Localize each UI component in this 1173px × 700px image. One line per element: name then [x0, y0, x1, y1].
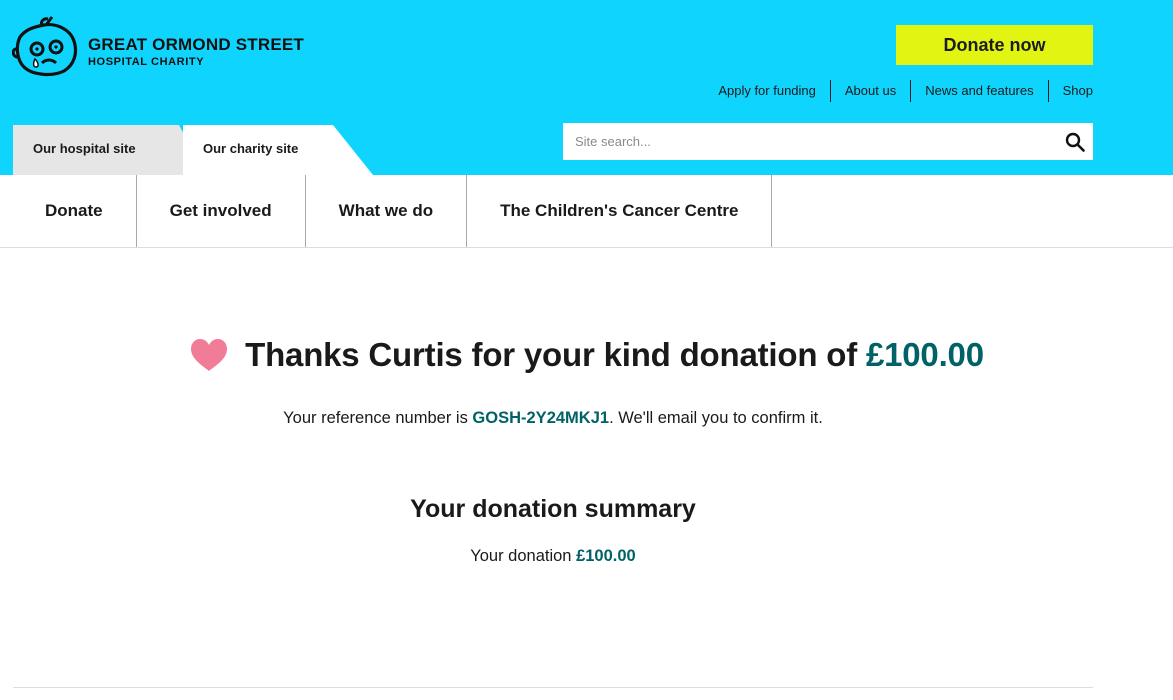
reference-message: Your reference number is GOSH-2Y24MKJ1. …: [0, 409, 1106, 428]
tab-our-hospital-site[interactable]: Our hospital site: [13, 125, 205, 175]
tab-charity-label: Our charity site: [203, 141, 299, 156]
thank-you-text: Thanks Curtis for your kind donation of: [245, 336, 866, 373]
search-input[interactable]: [563, 123, 1057, 160]
utility-link-about-us[interactable]: About us: [829, 80, 910, 102]
charity-logo[interactable]: GREAT ORMOND STREET HOSPITAL CHARITY: [12, 15, 332, 79]
site-header: GREAT ORMOND STREET HOSPITAL CHARITY Don…: [0, 0, 1173, 175]
nav-item-get-involved[interactable]: Get involved: [137, 175, 306, 247]
divider: [13, 687, 1093, 688]
utility-link-shop[interactable]: Shop: [1047, 80, 1093, 102]
search-button[interactable]: [1057, 123, 1093, 160]
donation-summary-line: Your donation £100.00: [0, 547, 1106, 566]
donation-amount: £100.00: [865, 336, 984, 373]
nav-item-what-we-do[interactable]: What we do: [306, 175, 468, 247]
summary-amount: £100.00: [576, 547, 636, 565]
utility-nav: Apply for funding About us News and feat…: [704, 80, 1093, 102]
utility-link-apply-for-funding[interactable]: Apply for funding: [704, 80, 830, 102]
thank-you-heading: Thanks Curtis for your kind donation of …: [245, 336, 984, 374]
reference-number: GOSH-2Y24MKJ1: [472, 409, 610, 427]
donate-now-button[interactable]: Donate now: [896, 25, 1093, 65]
thank-you-section: Thanks Curtis for your kind donation of …: [0, 336, 1173, 377]
summary-label: Your donation: [470, 547, 577, 565]
logo-title: GREAT ORMOND STREET: [88, 35, 304, 54]
reference-suffix: . We'll email you to confirm it.: [609, 409, 823, 427]
main-nav: Donate Get involved What we do The Child…: [0, 175, 1173, 248]
heart-icon: [191, 339, 228, 371]
nav-item-donate[interactable]: Donate: [0, 175, 137, 247]
nav-item-childrens-cancer-centre[interactable]: The Children's Cancer Centre: [467, 175, 773, 247]
utility-link-news-and-features[interactable]: News and features: [910, 80, 1047, 102]
donation-summary-title: Your donation summary: [410, 495, 696, 523]
search-icon: [1065, 132, 1085, 152]
site-search: [563, 123, 1093, 160]
tab-hospital-label: Our hospital site: [33, 141, 136, 156]
tab-our-charity-site[interactable]: Our charity site: [183, 125, 373, 175]
reference-prefix: Your reference number is: [283, 409, 473, 427]
logo-subtitle: HOSPITAL CHARITY: [88, 56, 205, 68]
baby-face-logo-icon: [12, 16, 78, 77]
